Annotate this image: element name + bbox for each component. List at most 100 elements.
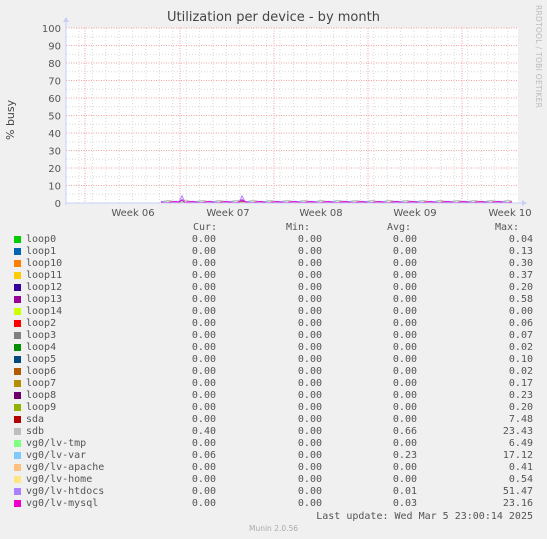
legend-avg-value: 0.00 xyxy=(392,378,417,389)
legend-item: loop2 0.00 0.00 0.00 0.06 xyxy=(0,318,547,330)
legend-avg-value: 0.00 xyxy=(392,246,417,257)
legend-min-value: 0.00 xyxy=(297,414,322,425)
legend-min-value: 0.00 xyxy=(297,282,322,293)
legend-item: loop7 0.00 0.00 0.00 0.17 xyxy=(0,378,547,390)
legend-label: loop6 xyxy=(26,366,57,377)
legend-max-value: 51.47 xyxy=(502,486,533,497)
x-tick-label: Week 08 xyxy=(299,208,342,219)
legend-swatch xyxy=(14,236,21,243)
legend-max-value: 0.13 xyxy=(508,246,533,257)
legend-cur-value: 0.00 xyxy=(191,354,216,365)
legend-label: loop12 xyxy=(26,282,63,293)
legend-avg-value: 0.00 xyxy=(392,390,417,401)
legend-avg-value: 0.00 xyxy=(392,342,417,353)
legend-avg-value: 0.00 xyxy=(392,366,417,377)
legend-max-value: 7.48 xyxy=(508,414,533,425)
legend-item: loop12 0.00 0.00 0.00 0.20 xyxy=(0,282,547,294)
legend-cur-value: 0.00 xyxy=(191,294,216,305)
header-avg: Avg: xyxy=(387,222,412,233)
legend-cur-value: 0.00 xyxy=(191,318,216,329)
legend-swatch xyxy=(14,332,21,339)
x-tick-label: Week 06 xyxy=(111,208,154,219)
legend-avg-value: 0.23 xyxy=(392,450,417,461)
legend-swatch xyxy=(14,380,21,387)
legend-avg-value: 0.00 xyxy=(392,402,417,413)
legend-avg-value: 0.01 xyxy=(392,486,417,497)
legend-max-value: 0.10 xyxy=(508,354,533,365)
legend-max-value: 23.43 xyxy=(502,426,533,437)
legend-max-value: 0.04 xyxy=(508,234,533,245)
legend-min-value: 0.00 xyxy=(297,438,322,449)
legend-min-value: 0.00 xyxy=(297,426,322,437)
legend-label: vg0/lv-mysql xyxy=(26,498,99,509)
y-tick-label: 70 xyxy=(48,77,61,88)
legend-item: loop1 0.00 0.00 0.00 0.13 xyxy=(0,246,547,258)
legend-min-value: 0.00 xyxy=(297,294,322,305)
y-tick-label: 40 xyxy=(48,129,61,140)
legend-cur-value: 0.00 xyxy=(191,402,216,413)
legend-swatch xyxy=(14,272,21,279)
legend-avg-value: 0.00 xyxy=(392,414,417,425)
legend-cur-value: 0.00 xyxy=(191,246,216,257)
legend-swatch xyxy=(14,464,21,471)
legend-max-value: 6.49 xyxy=(508,438,533,449)
legend-max-value: 0.58 xyxy=(508,294,533,305)
legend-item: loop10 0.00 0.00 0.00 0.30 xyxy=(0,258,547,270)
legend-item: loop5 0.00 0.00 0.00 0.10 xyxy=(0,354,547,366)
legend-label: vg0/lv-apache xyxy=(26,462,105,473)
legend-max-value: 0.00 xyxy=(508,306,533,317)
legend-item: loop13 0.00 0.00 0.00 0.58 xyxy=(0,294,547,306)
legend-label: loop8 xyxy=(26,390,57,401)
legend-label: loop13 xyxy=(26,294,63,305)
y-axis-arrow xyxy=(63,17,69,22)
legend-item: loop3 0.00 0.00 0.00 0.07 xyxy=(0,330,547,342)
legend-avg-value: 0.00 xyxy=(392,474,417,485)
legend-max-value: 23.16 xyxy=(502,498,533,509)
legend-max-value: 0.20 xyxy=(508,282,533,293)
legend-max-value: 0.41 xyxy=(508,462,533,473)
legend-label: vg0/lv-tmp xyxy=(26,438,87,449)
legend-min-value: 0.00 xyxy=(297,486,322,497)
legend-label: loop11 xyxy=(26,270,63,281)
legend-swatch xyxy=(14,476,21,483)
legend-swatch xyxy=(14,296,21,303)
legend-label: loop2 xyxy=(26,318,57,329)
x-tick-label: Week 10 xyxy=(488,208,531,219)
legend-avg-value: 0.00 xyxy=(392,318,417,329)
legend-label: sdb xyxy=(26,426,45,437)
legend-item: vg0/lv-tmp 0.00 0.00 0.00 6.49 xyxy=(0,438,547,450)
legend-min-value: 0.00 xyxy=(297,246,322,257)
legend-min-value: 0.00 xyxy=(297,498,322,509)
legend-swatch xyxy=(14,392,21,399)
legend-label: loop14 xyxy=(26,306,63,317)
y-tick-label: 60 xyxy=(48,94,61,105)
legend-min-value: 0.00 xyxy=(297,354,322,365)
x-tick-label: Week 07 xyxy=(206,208,249,219)
legend-avg-value: 0.00 xyxy=(392,330,417,341)
legend-cur-value: 0.00 xyxy=(191,270,216,281)
legend-swatch xyxy=(14,440,21,447)
legend-cur-value: 0.00 xyxy=(191,258,216,269)
legend-label: vg0/lv-home xyxy=(26,474,93,485)
legend-swatch xyxy=(14,500,21,507)
legend-cur-value: 0.00 xyxy=(191,438,216,449)
legend-item: loop8 0.00 0.00 0.00 0.23 xyxy=(0,390,547,402)
header-min: Min: xyxy=(286,222,311,233)
legend-swatch xyxy=(14,368,21,375)
legend-max-value: 17.12 xyxy=(502,450,533,461)
legend-label: vg0/lv-var xyxy=(26,450,87,461)
legend-avg-value: 0.00 xyxy=(392,234,417,245)
legend-max-value: 0.23 xyxy=(508,390,533,401)
legend-swatch xyxy=(14,320,21,327)
legend-min-value: 0.00 xyxy=(297,378,322,389)
legend-swatch xyxy=(14,404,21,411)
legend-max-value: 0.20 xyxy=(508,402,533,413)
legend-label: loop9 xyxy=(26,402,57,413)
legend-avg-value: 0.00 xyxy=(392,282,417,293)
legend-cur-value: 0.00 xyxy=(191,282,216,293)
legend-max-value: 0.37 xyxy=(508,270,533,281)
legend-max-value: 0.30 xyxy=(508,258,533,269)
legend-cur-value: 0.06 xyxy=(191,450,216,461)
legend-swatch xyxy=(14,416,21,423)
legend-swatch xyxy=(14,284,21,291)
